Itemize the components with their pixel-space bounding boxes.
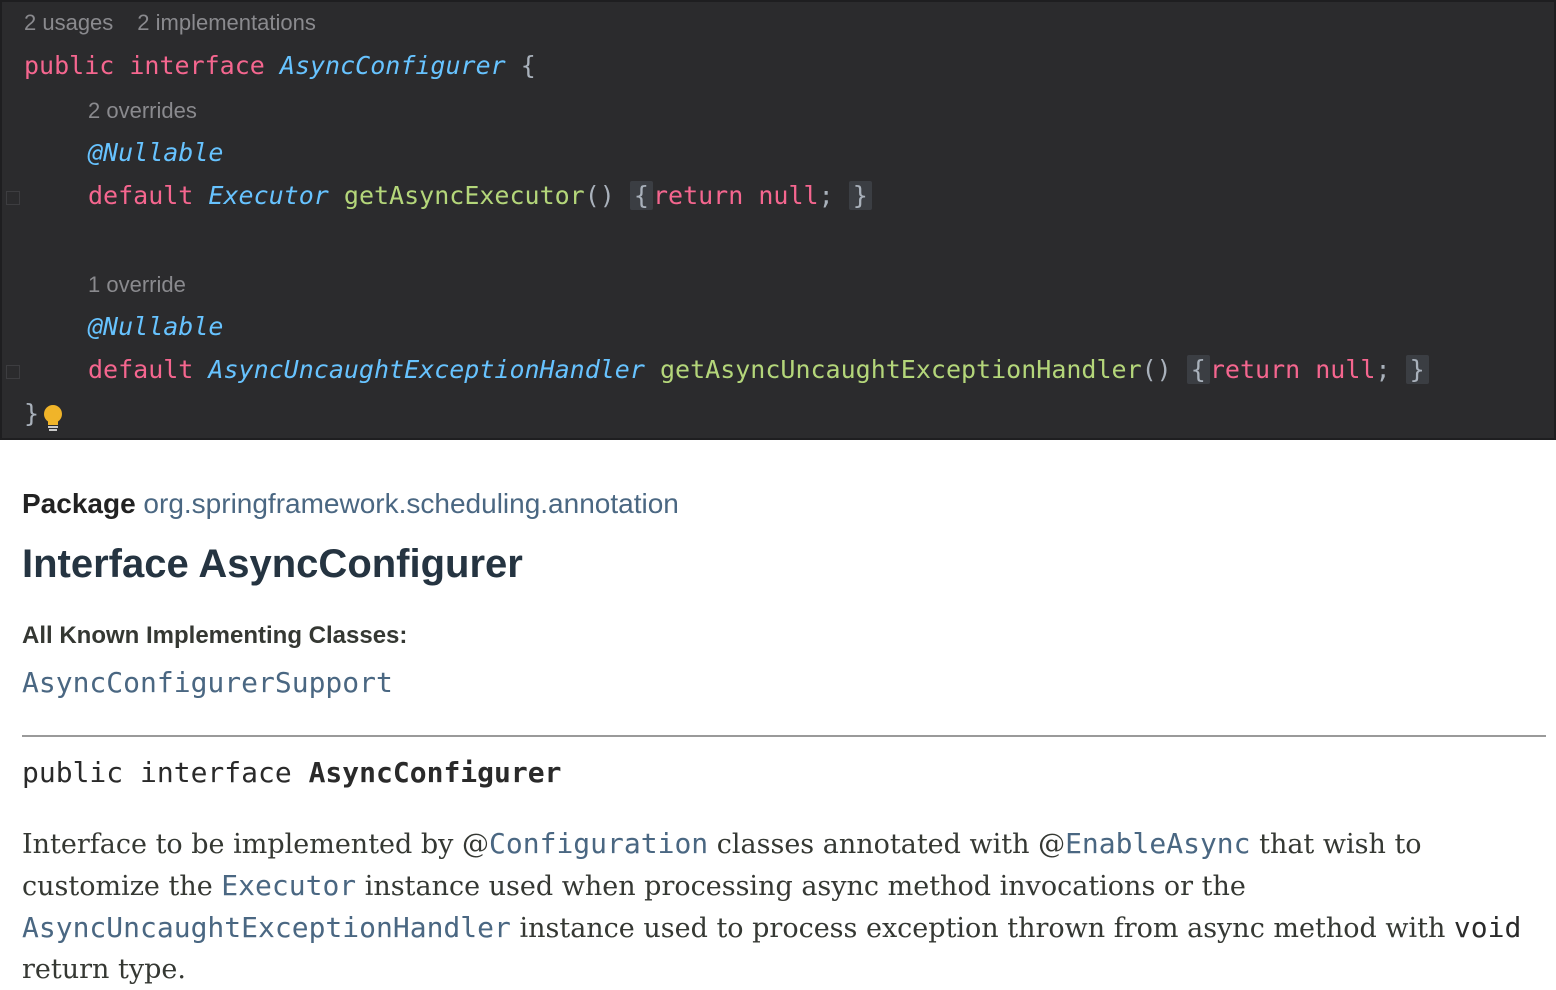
closing-brace-line: } — [24, 396, 39, 432]
configuration-link[interactable]: Configuration — [489, 827, 708, 860]
parens: () — [1141, 355, 1172, 384]
desc-text: classes annotated with @ — [708, 829, 1066, 860]
nullable-annotation-2: @Nullable — [88, 309, 223, 345]
method-line-get-async-executor: default Executor getAsyncExecutor() {ret… — [88, 178, 872, 214]
return-keyword: return — [1209, 355, 1301, 384]
executor-link[interactable]: Executor — [221, 869, 356, 902]
folded-open-brace[interactable]: { — [629, 181, 653, 210]
usages-hint[interactable]: 2 usages 2 implementations — [24, 8, 316, 38]
fold-gutter-icon[interactable] — [6, 365, 20, 379]
package-link[interactable]: org.springframework.scheduling.annotatio… — [143, 488, 678, 519]
return-type[interactable]: Executor — [208, 181, 328, 210]
interface-signature: public interface AsyncConfigurer — [22, 756, 561, 789]
desc-text: Interface to be implemented by @ — [22, 829, 490, 860]
desc-text: return type. — [22, 954, 186, 985]
enable-async-link[interactable]: EnableAsync — [1065, 827, 1250, 860]
method-name[interactable]: getAsyncUncaughtExceptionHandler — [660, 355, 1142, 384]
signature-prefix: public interface — [22, 756, 309, 789]
code-editor[interactable]: 2 usages 2 implementations public interfa… — [0, 0, 1556, 440]
semicolon: ; — [1375, 355, 1391, 384]
package-line: Package org.springframework.scheduling.a… — [22, 488, 679, 520]
interface-keyword: interface — [129, 51, 265, 80]
folded-close-brace[interactable]: } — [1405, 355, 1429, 384]
null-keyword: null — [758, 181, 819, 210]
folded-open-brace[interactable]: { — [1186, 355, 1210, 384]
usages-link[interactable]: 2 usages — [24, 10, 113, 35]
return-type[interactable]: AsyncUncaughtExceptionHandler — [208, 355, 645, 384]
null-keyword: null — [1315, 355, 1376, 384]
page-title: Interface AsyncConfigurer — [22, 542, 523, 586]
return-keyword: return — [652, 181, 744, 210]
parens: () — [584, 181, 615, 210]
override-hint[interactable]: 1 override — [88, 270, 186, 300]
async-uncaught-exception-handler-link[interactable]: AsyncUncaughtExceptionHandler — [22, 911, 511, 944]
fold-gutter-icon[interactable] — [6, 191, 20, 205]
interface-declaration-line: public interface AsyncConfigurer { — [24, 48, 536, 84]
void-code: void — [1453, 911, 1522, 944]
open-brace: { — [520, 51, 536, 80]
interface-name[interactable]: AsyncConfigurer — [280, 51, 506, 80]
folded-close-brace[interactable]: } — [848, 181, 872, 210]
implementing-classes-label: All Known Implementing Classes: — [22, 622, 408, 649]
default-keyword: default — [88, 355, 194, 384]
desc-text: instance used to process exception throw… — [510, 913, 1454, 944]
annotation: @Nullable — [88, 312, 224, 341]
overrides-hint[interactable]: 2 overrides — [88, 96, 197, 126]
divider — [22, 735, 1546, 737]
semicolon: ; — [818, 181, 834, 210]
method-line-get-async-uncaught-exception-handler: default AsyncUncaughtExceptionHandler ge… — [88, 352, 1429, 388]
public-keyword: public — [24, 51, 115, 80]
lightbulb-icon[interactable] — [42, 404, 64, 434]
method-name[interactable]: getAsyncExecutor — [344, 181, 585, 210]
package-label: Package — [22, 488, 136, 519]
interface-description: Interface to be implemented by @Configur… — [22, 823, 1542, 990]
annotation: @Nullable — [88, 138, 224, 167]
implementations-link[interactable]: 2 implementations — [137, 10, 316, 35]
default-keyword: default — [88, 181, 194, 210]
signature-name: AsyncConfigurer — [308, 756, 562, 789]
nullable-annotation-1: @Nullable — [88, 135, 223, 171]
close-brace: } — [24, 399, 40, 428]
desc-text: instance used when processing async meth… — [356, 871, 1246, 902]
implementing-class-link[interactable]: AsyncConfigurerSupport — [22, 666, 393, 699]
